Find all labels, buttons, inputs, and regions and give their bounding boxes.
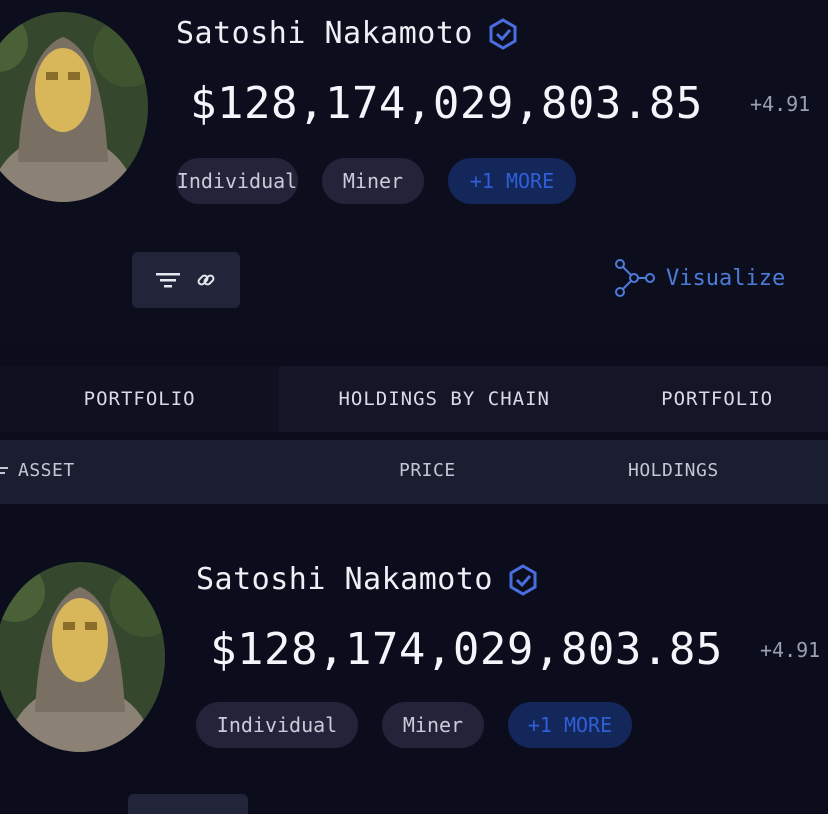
tab-portfolio-2[interactable]: PORTFOLIO: [609, 366, 828, 432]
profile-name-text: Satoshi Nakamoto: [196, 562, 493, 597]
tag-individual[interactable]: Individual: [176, 158, 298, 204]
total-balance-repeat: $128,174,029,803.85: [210, 624, 723, 675]
tag-miner[interactable]: Miner: [382, 702, 484, 748]
column-price[interactable]: PRICE: [399, 460, 456, 481]
tag-more-button[interactable]: +1 MORE: [508, 702, 632, 748]
tab-holdings-by-chain[interactable]: HOLDINGS BY CHAIN: [279, 366, 609, 432]
sort-icon[interactable]: [0, 466, 10, 478]
table-header: ASSET PRICE HOLDINGS: [0, 440, 828, 504]
tag-more-button[interactable]: +1 MORE: [448, 158, 576, 204]
profile-header-repeat: Satoshi Nakamoto $128,174,029,803.85 +4.…: [0, 528, 828, 814]
statue-avatar-image: [0, 562, 165, 752]
profile-name-text: Satoshi Nakamoto: [176, 16, 473, 51]
balance-change-repeat: +4.91: [760, 638, 821, 662]
portfolio-tabs: PORTFOLIO HOLDINGS BY CHAIN PORTFOLIO: [0, 366, 828, 432]
verified-badge-icon: [489, 17, 517, 50]
column-holdings[interactable]: HOLDINGS: [628, 460, 719, 481]
tag-list-repeat: Individual Miner +1 MORE: [196, 702, 632, 748]
verified-badge-icon: [509, 563, 537, 596]
column-asset[interactable]: ASSET: [18, 460, 75, 481]
statue-avatar-image: [0, 12, 148, 202]
filter-icon[interactable]: [155, 270, 181, 290]
tag-list: Individual Miner +1 MORE: [176, 158, 576, 204]
tab-portfolio[interactable]: PORTFOLIO: [0, 366, 280, 432]
visualize-button[interactable]: Visualize: [612, 258, 785, 298]
tag-individual[interactable]: Individual: [196, 702, 358, 748]
balance-change: +4.91: [750, 92, 811, 116]
link-icon[interactable]: [195, 269, 217, 291]
avatar: [0, 12, 148, 202]
visualize-label: Visualize: [666, 265, 786, 291]
toolbar-partial: [128, 794, 248, 814]
avatar-repeat: [0, 562, 165, 752]
graph-nodes-icon: [615, 259, 655, 297]
profile-name-repeat: Satoshi Nakamoto: [196, 562, 539, 597]
profile-name: Satoshi Nakamoto: [176, 16, 519, 51]
profile-header: Satoshi Nakamoto $128,174,029,803.85 +4.…: [0, 0, 828, 345]
tag-miner[interactable]: Miner: [322, 158, 424, 204]
filter-link-toolbar[interactable]: [132, 252, 240, 308]
total-balance: $128,174,029,803.85: [190, 78, 703, 129]
